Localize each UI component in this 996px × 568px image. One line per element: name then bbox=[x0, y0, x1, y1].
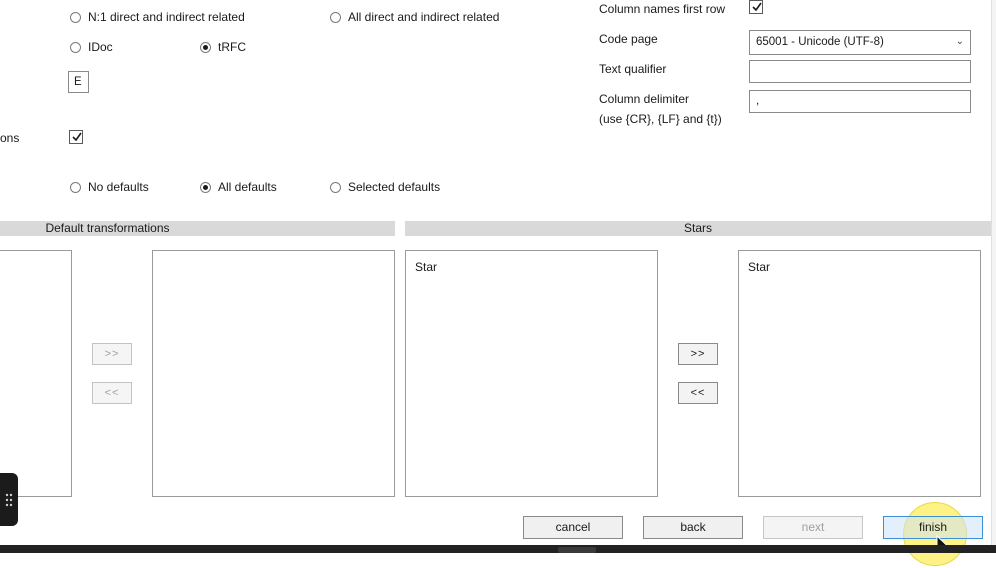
default-transformations-header: Default transformations bbox=[0, 221, 395, 236]
bottom-window-bar bbox=[0, 545, 996, 553]
column-names-label: Column names first row bbox=[599, 2, 726, 16]
code-page-value: 65001 - Unicode (UTF-8) bbox=[756, 36, 884, 48]
stars-available-list[interactable]: Star bbox=[405, 250, 658, 497]
text-qualifier-input[interactable] bbox=[749, 60, 971, 83]
all-related-label: All direct and indirect related bbox=[348, 10, 500, 24]
column-delimiter-label: Column delimiter bbox=[599, 92, 690, 106]
selected-defaults-label: Selected defaults bbox=[348, 180, 441, 194]
stars-header: Stars bbox=[405, 221, 991, 236]
options-label: ons bbox=[0, 131, 20, 145]
radio-idoc[interactable] bbox=[70, 42, 81, 53]
all-defaults-label: All defaults bbox=[218, 180, 277, 194]
radio-all-related[interactable] bbox=[330, 12, 341, 23]
transformations-selected-list[interactable] bbox=[152, 250, 395, 497]
column-delimiter-hint: (use {CR}, {LF} and {t}) bbox=[599, 112, 722, 126]
next-button[interactable]: next bbox=[763, 516, 863, 539]
radio-no-defaults[interactable] bbox=[70, 182, 81, 193]
text-qualifier-label: Text qualifier bbox=[599, 62, 667, 76]
code-page-select[interactable]: 65001 - Unicode (UTF-8) ⌄ bbox=[749, 30, 971, 55]
transformations-add-button[interactable]: >> bbox=[92, 343, 132, 365]
radio-trfc[interactable] bbox=[200, 42, 211, 53]
small-code-field[interactable]: E bbox=[68, 71, 89, 93]
column-names-checkbox[interactable] bbox=[749, 0, 763, 14]
list-item[interactable]: Star bbox=[739, 251, 980, 274]
code-page-label: Code page bbox=[599, 32, 658, 46]
transformations-remove-button[interactable]: << bbox=[92, 382, 132, 404]
finish-button[interactable]: finish bbox=[883, 516, 983, 539]
trfc-label: tRFC bbox=[218, 40, 246, 54]
drag-handle[interactable] bbox=[0, 473, 18, 526]
transformations-available-list[interactable] bbox=[0, 250, 72, 497]
stars-remove-button[interactable]: << bbox=[678, 382, 718, 404]
idoc-label: IDoc bbox=[88, 40, 113, 54]
no-defaults-label: No defaults bbox=[88, 180, 149, 194]
grip-dots-icon bbox=[5, 493, 13, 507]
bottom-window-bar-tab bbox=[558, 547, 596, 553]
back-button[interactable]: back bbox=[643, 516, 743, 539]
list-item[interactable]: Star bbox=[406, 251, 657, 274]
radio-n1-related[interactable] bbox=[70, 12, 81, 23]
radio-selected-defaults[interactable] bbox=[330, 182, 341, 193]
n1-related-label: N:1 direct and indirect related bbox=[88, 10, 245, 24]
stars-selected-list[interactable]: Star bbox=[738, 250, 981, 497]
checkmark-icon bbox=[752, 2, 762, 12]
column-delimiter-input[interactable]: , bbox=[749, 90, 971, 113]
radio-all-defaults[interactable] bbox=[200, 182, 211, 193]
right-edge-strip bbox=[991, 0, 996, 545]
checkmark-icon bbox=[72, 132, 82, 142]
cancel-button[interactable]: cancel bbox=[523, 516, 623, 539]
options-checkbox[interactable] bbox=[69, 130, 83, 144]
stars-add-button[interactable]: >> bbox=[678, 343, 718, 365]
chevron-down-icon: ⌄ bbox=[955, 36, 964, 47]
